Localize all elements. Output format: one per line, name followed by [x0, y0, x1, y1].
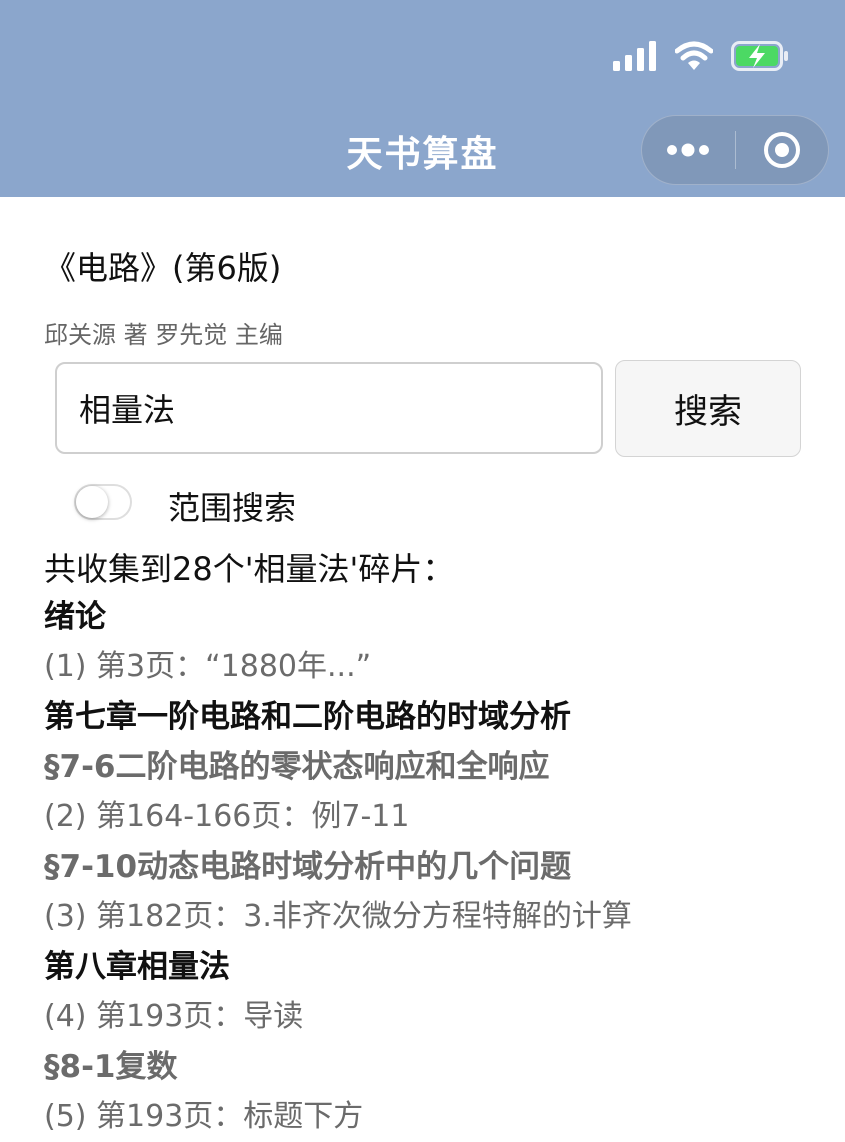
section-heading[interactable]: §8-1复数: [44, 1042, 834, 1092]
search-input[interactable]: 相量法: [55, 362, 603, 454]
close-miniprogram-button[interactable]: [736, 115, 829, 185]
book-authors: 邱关源 著 罗先觉 主编: [44, 321, 283, 349]
miniprogram-capsule: [641, 115, 829, 185]
signal-icon: [613, 41, 656, 71]
chapter-heading[interactable]: 第八章相量法: [44, 942, 834, 992]
book-title: 《电路》(第6版): [44, 249, 282, 287]
close-miniprogram-icon: [763, 132, 800, 168]
search-button[interactable]: 搜索: [615, 360, 801, 457]
results-list: 绪论 (1) 第3页：“1880年...” 第七章一阶电路和二阶电路的时域分析 …: [44, 592, 834, 1142]
battery-charging-icon: [731, 41, 788, 71]
result-entry[interactable]: (4) 第193页：导读: [44, 992, 834, 1042]
section-heading[interactable]: §7-10动态电路时域分析中的几个问题: [44, 842, 834, 892]
range-search-toggle[interactable]: [74, 484, 132, 520]
results-summary: 共收集到28个'相量法'碎片：: [44, 550, 455, 588]
result-entry[interactable]: (2) 第164-166页：例7-11: [44, 792, 834, 842]
main-content: 《电路》(第6版) 邱关源 著 罗先觉 主编 相量法 搜索 范围搜索 共收集到2…: [0, 197, 845, 1134]
result-entry[interactable]: (5) 第193页：标题下方: [44, 1092, 834, 1142]
toggle-knob: [76, 486, 108, 518]
result-entry[interactable]: (3) 第182页：3.非齐次微分方程特解的计算: [44, 892, 834, 942]
search-input-value: 相量法: [79, 391, 176, 429]
range-search-label: 范围搜索: [168, 489, 297, 527]
nav-bar: 天书算盘: [0, 0, 845, 197]
more-dots-icon: [667, 143, 710, 157]
chapter-heading[interactable]: 第七章一阶电路和二阶电路的时域分析: [44, 692, 834, 742]
wifi-icon: [675, 41, 713, 70]
chapter-heading[interactable]: 绪论: [44, 592, 834, 642]
more-button[interactable]: [642, 115, 735, 185]
status-bar: [613, 38, 789, 74]
result-entry[interactable]: (1) 第3页：“1880年...”: [44, 642, 834, 692]
section-heading[interactable]: §7-6二阶电路的零状态响应和全响应: [44, 742, 834, 792]
